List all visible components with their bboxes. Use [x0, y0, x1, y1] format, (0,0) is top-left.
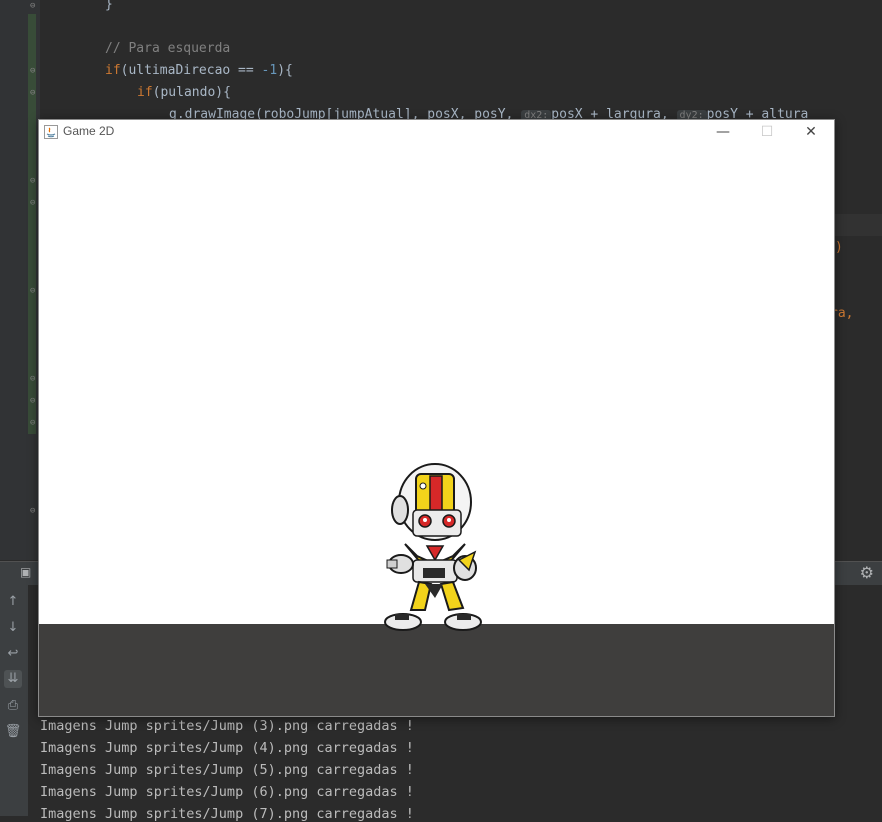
- code-line[interactable]: }: [105, 0, 113, 12]
- console-icon[interactable]: ▣: [20, 565, 34, 579]
- run-side-toolbar: ↑ ↓ ↩ ⇊ ⎙ 🗑: [0, 585, 28, 816]
- fold-icon[interactable]: ⊖: [30, 89, 39, 98]
- arrow-down-icon[interactable]: ↓: [4, 619, 22, 637]
- minimize-icon[interactable]: —: [708, 122, 738, 142]
- soft-wrap-icon[interactable]: ↩: [4, 645, 22, 663]
- console-line: Imagens Jump sprites/Jump (5).png carreg…: [40, 762, 414, 778]
- game-window[interactable]: Game 2D — ☐ ✕: [38, 119, 835, 717]
- console-line: Imagens Jump sprites/Jump (6).png carreg…: [40, 784, 414, 800]
- console-line: Imagens Jump sprites/Jump (7).png carreg…: [40, 806, 414, 822]
- window-title: Game 2D: [63, 124, 115, 138]
- maximize-icon[interactable]: ☐: [752, 122, 782, 142]
- scroll-to-end-icon[interactable]: ⇊: [4, 670, 22, 688]
- vcs-change-marker: [28, 14, 36, 434]
- robot-jump-sprite: [384, 463, 482, 631]
- trash-icon[interactable]: 🗑: [4, 723, 22, 741]
- ground: [39, 624, 834, 716]
- editor-gutter: ⊖ ⊖ ⊖ ⊖ ⊖ ⊖ ⊖ ⊖ ⊖ ⊖: [0, 0, 40, 560]
- code-line[interactable]: if(ultimaDirecao == -1){: [105, 63, 293, 78]
- code-comment: // Para esquerda: [105, 41, 231, 56]
- code-fragment: ): [835, 240, 843, 255]
- fold-icon[interactable]: ⊖: [30, 67, 39, 76]
- code-line[interactable]: if(pulando){: [137, 85, 231, 100]
- window-titlebar[interactable]: Game 2D — ☐ ✕: [39, 120, 834, 144]
- close-icon[interactable]: ✕: [796, 122, 826, 142]
- console-line: Imagens Jump sprites/Jump (3).png carreg…: [40, 718, 414, 734]
- arrow-up-icon[interactable]: ↑: [4, 593, 22, 611]
- console-line: Imagens Jump sprites/Jump (4).png carreg…: [40, 740, 414, 756]
- fold-icon[interactable]: ⊖: [30, 2, 39, 11]
- gear-icon[interactable]: ⚙: [860, 563, 874, 582]
- code-line[interactable]: // Para esquerda: [105, 41, 230, 56]
- print-icon[interactable]: ⎙: [4, 697, 22, 715]
- java-icon: [44, 125, 58, 139]
